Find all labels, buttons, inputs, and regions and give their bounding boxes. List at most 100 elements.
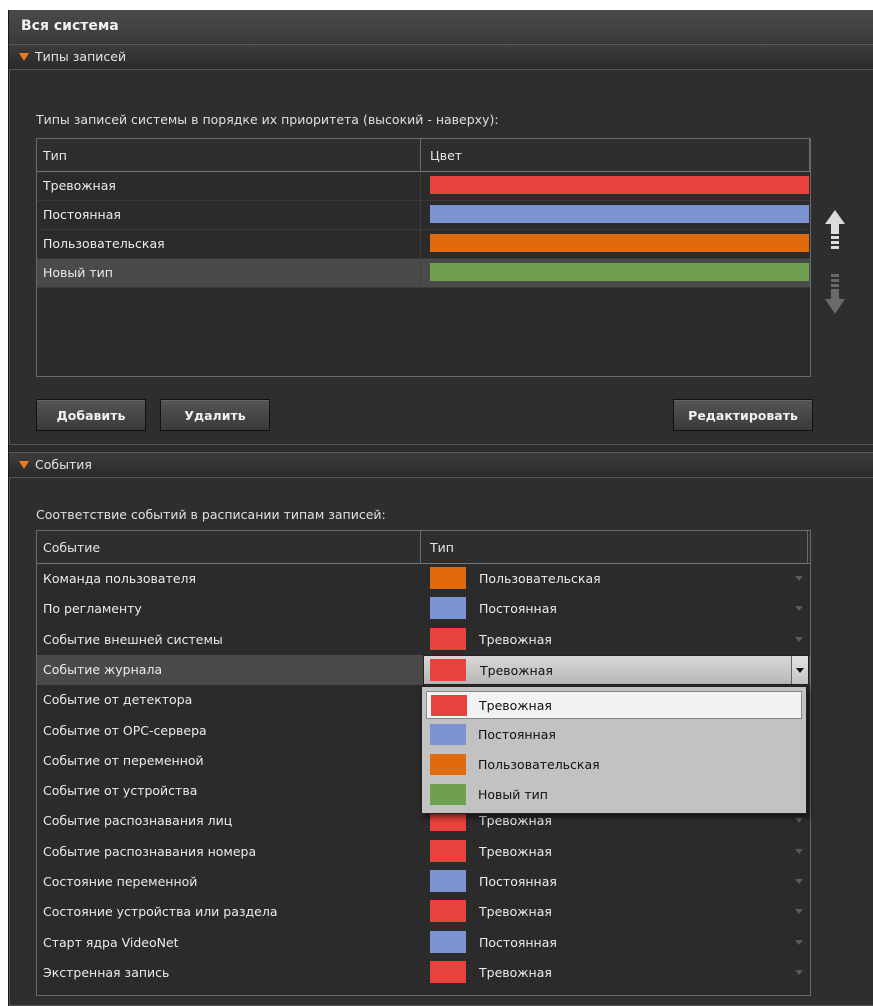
record-type-name: Тревожная: [43, 178, 116, 193]
color-swatch: [430, 567, 466, 589]
event-name: По регламенту: [43, 601, 142, 617]
color-swatch: [430, 784, 466, 805]
window-title: Вся система: [21, 18, 119, 34]
event-name: Старт ядра VideoNet: [43, 934, 179, 950]
color-swatch: [430, 870, 466, 892]
event-name: Событие от OPC-сервера: [43, 722, 207, 738]
dropdown-option[interactable]: Тревожная: [426, 691, 802, 719]
option-label: Новый тип: [478, 787, 548, 802]
record-type-value: Постоянная: [479, 601, 557, 617]
event-name: Команда пользователя: [43, 571, 197, 586]
event-name: Событие распознавания номера: [43, 843, 257, 859]
table-row[interactable]: Старт ядра VideoNet Постоянная: [37, 928, 810, 958]
record-type-value: Тревожная: [479, 964, 552, 980]
record-types-table: Тип Цвет Тревожная Постоянная Пользователь…: [36, 138, 811, 377]
record-type-value: Пользовательская: [479, 571, 601, 586]
triangle-down-icon: [19, 461, 29, 469]
chevron-down-icon[interactable]: [791, 655, 808, 684]
record-type-name: Новый тип: [43, 265, 113, 280]
column-header-type: Тип: [43, 148, 67, 163]
table-row[interactable]: Событие внешней системы Тревожная: [37, 625, 810, 655]
event-name: Состояние переменной: [43, 874, 198, 889]
table-row[interactable]: Постоянная: [37, 201, 810, 230]
table-header: Тип Цвет: [37, 139, 810, 172]
event-name: Событие от устройства: [43, 783, 198, 799]
dropdown-option[interactable]: Новый тип: [426, 781, 802, 809]
edit-button[interactable]: Редактировать: [673, 399, 813, 431]
chevron-down-icon[interactable]: [795, 939, 803, 945]
record-type-value: Тревожная: [480, 662, 553, 678]
table-row[interactable]: Новый тип: [37, 259, 810, 288]
table-row[interactable]: Экстренная запись Тревожная: [37, 958, 810, 988]
option-label: Пользовательская: [478, 757, 600, 772]
record-type-value: Тревожная: [479, 904, 552, 920]
events-caption: Соответствие событий в расписании типам …: [36, 507, 386, 522]
chevron-down-icon[interactable]: [795, 969, 803, 975]
dropdown-option[interactable]: Пользовательская: [426, 751, 802, 779]
table-row[interactable]: По регламенту Постоянная: [37, 594, 810, 624]
color-swatch: [430, 263, 809, 281]
record-type-value: Тревожная: [479, 843, 552, 859]
table-row[interactable]: Событие журнала Тревожная: [37, 654, 810, 685]
option-label: Постоянная: [478, 727, 556, 742]
color-swatch: [430, 754, 466, 775]
event-name: Экстренная запись: [43, 964, 170, 980]
color-swatch: [430, 176, 809, 194]
table-header: Событие Тип: [37, 531, 810, 564]
event-name: Событие внешней системы: [43, 631, 223, 647]
record-type-name: Постоянная: [43, 207, 121, 222]
delete-button[interactable]: Удалить: [160, 399, 270, 431]
column-header-event: Событие: [43, 540, 101, 555]
record-types-caption: Типы записей системы в порядке их приори…: [36, 112, 499, 127]
section-header-record-types[interactable]: Типы записей: [9, 44, 873, 70]
record-type-value: Тревожная: [479, 631, 552, 647]
color-swatch: [430, 627, 466, 650]
color-swatch: [430, 205, 809, 223]
table-row[interactable]: Команда пользователя Пользовательская: [37, 564, 810, 594]
event-name: Событие от детектора: [43, 692, 193, 708]
table-row[interactable]: Событие распознавания номера Тревожная: [37, 837, 810, 867]
record-type-value: Постоянная: [479, 874, 557, 889]
record-type-value: Постоянная: [479, 934, 557, 950]
add-button[interactable]: Добавить: [36, 399, 146, 431]
arrow-up-icon[interactable]: [823, 208, 847, 252]
column-header-type: Тип: [430, 540, 454, 555]
option-label: Тревожная: [479, 698, 552, 713]
table-row[interactable]: Пользовательская: [37, 230, 810, 259]
section-title: События: [35, 457, 92, 472]
chevron-down-icon[interactable]: [795, 606, 803, 612]
color-swatch: [430, 597, 466, 620]
chevron-down-icon[interactable]: [795, 576, 803, 581]
window-title-bar: Вся система: [9, 10, 873, 45]
record-type-combobox[interactable]: Тревожная: [423, 654, 809, 685]
chevron-down-icon[interactable]: [795, 879, 803, 884]
color-swatch: [430, 234, 809, 252]
color-swatch: [431, 695, 467, 716]
triangle-down-icon: [19, 53, 29, 61]
column-header-color: Цвет: [430, 148, 463, 163]
table-row[interactable]: Состояние устройства или раздела Тревожна…: [37, 897, 810, 927]
event-name: Событие распознавания лиц: [43, 813, 233, 829]
section-title: Типы записей: [35, 49, 127, 64]
color-swatch: [430, 900, 466, 923]
color-swatch: [430, 930, 466, 953]
color-swatch: [430, 658, 466, 681]
record-types-panel: Типы записей системы в порядке их приори…: [9, 69, 873, 445]
type-dropdown-list: Тревожная Постоянная Пользовательская Новый…: [421, 686, 807, 814]
color-swatch: [430, 724, 466, 745]
table-row[interactable]: Тревожная: [37, 172, 810, 201]
chevron-down-icon[interactable]: [795, 909, 803, 915]
event-name: Событие журнала: [43, 661, 163, 677]
record-type-value: Тревожная: [479, 813, 552, 829]
dropdown-option[interactable]: Постоянная: [426, 721, 802, 749]
color-swatch: [430, 839, 466, 862]
chevron-down-icon[interactable]: [795, 818, 803, 824]
section-header-events[interactable]: События: [9, 452, 873, 478]
event-name: Состояние устройства или раздела: [43, 904, 278, 920]
arrow-down-icon[interactable]: [823, 272, 847, 316]
chevron-down-icon[interactable]: [795, 848, 803, 854]
event-name: Событие от переменной: [43, 752, 204, 768]
chevron-down-icon[interactable]: [795, 636, 803, 642]
color-swatch: [430, 960, 466, 983]
table-row[interactable]: Состояние переменной Постоянная: [37, 867, 810, 897]
